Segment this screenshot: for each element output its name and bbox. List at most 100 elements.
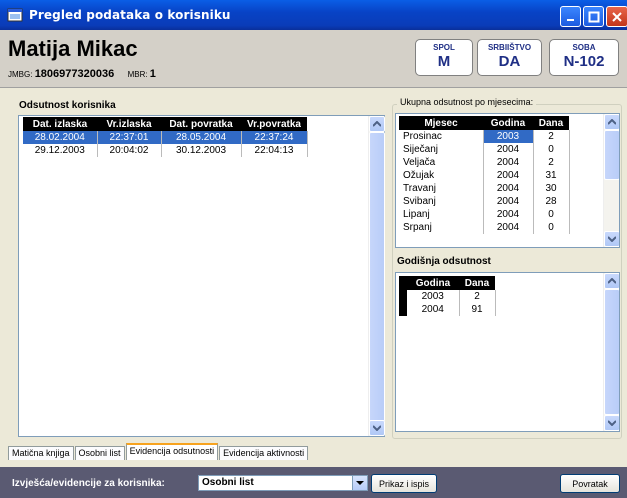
- mbr-label: MBR:: [127, 70, 148, 79]
- table-row[interactable]: Travanj 2004 30: [399, 182, 570, 195]
- cell-month: Prosinac: [399, 130, 484, 143]
- col-month[interactable]: Mjesec: [399, 116, 483, 130]
- cell-year: 2004: [483, 182, 534, 195]
- scroll-up-button[interactable]: [369, 116, 385, 132]
- col-days[interactable]: Dana: [533, 116, 569, 130]
- cell-days: 0: [533, 221, 570, 234]
- room-value: N-102: [563, 53, 605, 70]
- window-app-icon: [7, 8, 23, 22]
- guardianship-badge: SRBIIŠTVO DA: [477, 39, 542, 76]
- table-row[interactable]: Lipanj 2004 0: [399, 208, 570, 221]
- cell-year: 2004: [407, 303, 460, 316]
- cell-return-time: 22:04:13: [241, 144, 308, 157]
- monthly-group-title: Ukupna odsutnost po mjesecima:: [397, 97, 537, 107]
- monthly-scrollbar[interactable]: [603, 114, 619, 247]
- cell-days: 30: [533, 182, 570, 195]
- table-row[interactable]: Ožujak 2004 31: [399, 169, 570, 182]
- col-exit-date[interactable]: Dat. izlaska: [23, 117, 97, 131]
- cell-days: 2: [459, 290, 496, 303]
- user-name: Matija Mikac: [8, 36, 138, 61]
- jmbg-label: JMBG:: [8, 70, 33, 79]
- table-row[interactable]: Siječanj 2004 0: [399, 143, 570, 156]
- minimize-button[interactable]: [560, 6, 581, 27]
- cell-days: 28: [533, 195, 570, 208]
- absence-list[interactable]: Dat. izlaska Vr.izlaska Dat. povratka Vr…: [18, 115, 385, 437]
- cell-month: Ožujak: [399, 169, 484, 182]
- report-select[interactable]: Osobni list: [198, 475, 368, 491]
- scroll-thumb[interactable]: [604, 130, 619, 180]
- table-row[interactable]: Srpanj 2004 0: [399, 221, 570, 234]
- col-exit-time[interactable]: Vr.izlaska: [97, 117, 161, 131]
- table-row[interactable]: 29.12.2003 20:04:02 30.12.2003 22:04:13: [23, 144, 308, 157]
- title-bar: Pregled podataka o korisniku: [0, 0, 627, 30]
- table-row[interactable]: 28.02.2004 22:37:01 28.05.2004 22:37:24: [23, 131, 308, 144]
- scroll-up-button[interactable]: [604, 273, 619, 289]
- table-row[interactable]: 2004 91: [399, 303, 496, 316]
- row-indicator: [399, 276, 407, 290]
- back-button[interactable]: Povratak: [560, 474, 620, 493]
- col-year[interactable]: Godina: [483, 116, 533, 130]
- cell-exit-date: 28.02.2004: [23, 131, 98, 144]
- monthly-header-row: Mjesec Godina Dana: [399, 116, 569, 130]
- jmbg-value: 1806977320036: [34, 68, 115, 80]
- yearly-table: Godina Dana 2003 2 2004 91: [399, 276, 496, 316]
- chevron-down-icon: [373, 425, 381, 431]
- dropdown-arrow[interactable]: [352, 476, 367, 490]
- table-row[interactable]: Prosinac 2003 2: [399, 130, 570, 143]
- mbr-value: 1: [149, 68, 156, 80]
- window-title: Pregled podataka o korisniku: [29, 8, 231, 22]
- scroll-down-button[interactable]: [604, 415, 619, 431]
- monthly-list[interactable]: Mjesec Godina Dana Prosinac 2003 2 Siječan…: [395, 113, 620, 248]
- chevron-down-icon: [608, 420, 616, 426]
- guardianship-label: SRBIIŠTVO: [487, 43, 532, 52]
- cell-year: 2004: [483, 221, 534, 234]
- print-preview-button[interactable]: Prikaz i ispis: [371, 474, 437, 493]
- maximize-button[interactable]: [583, 6, 604, 27]
- cell-month: Siječanj: [399, 143, 484, 156]
- col-days[interactable]: Dana: [459, 276, 495, 290]
- gender-value: M: [437, 53, 451, 70]
- col-return-date[interactable]: Dat. povratka: [161, 117, 241, 131]
- cell-month: Srpanj: [399, 221, 484, 234]
- cell-days: 91: [459, 303, 496, 316]
- cell-month: Veljača: [399, 156, 484, 169]
- cell-month: Svibanj: [399, 195, 484, 208]
- tab-evidencija-odsutnosti[interactable]: Evidencija odsutnosti: [125, 443, 219, 460]
- col-return-time[interactable]: Vr.povratka: [241, 117, 307, 131]
- cell-days: 0: [533, 208, 570, 221]
- scroll-down-button[interactable]: [369, 420, 385, 436]
- guardianship-value: DA: [498, 53, 521, 70]
- cell-exit-time: 20:04:02: [97, 144, 162, 157]
- cell-return-date: 30.12.2003: [161, 144, 242, 157]
- close-button[interactable]: [606, 6, 627, 27]
- yearly-list[interactable]: Godina Dana 2003 2 2004 91: [395, 272, 620, 432]
- table-row[interactable]: Veljača 2004 2: [399, 156, 570, 169]
- table-row[interactable]: 2003 2: [399, 290, 496, 303]
- scroll-down-button[interactable]: [604, 231, 619, 247]
- cell-year: 2004: [483, 143, 534, 156]
- report-select-value: Osobni list: [202, 477, 254, 488]
- tab-osobni-list[interactable]: Osobni list: [74, 446, 125, 460]
- tab-evidencija-aktivnosti[interactable]: Evidencija aktivnosti: [219, 446, 309, 460]
- scroll-thumb[interactable]: [369, 132, 385, 422]
- cell-year: 2004: [483, 156, 534, 169]
- cell-exit-date: 29.12.2003: [23, 144, 98, 157]
- scroll-thumb[interactable]: [604, 289, 619, 415]
- cell-year: 2004: [483, 169, 534, 182]
- scroll-up-button[interactable]: [604, 114, 619, 130]
- tab-maticna-knjiga[interactable]: Matična knjiga: [8, 446, 74, 460]
- cell-year: 2004: [483, 195, 534, 208]
- room-badge: SOBA N-102: [549, 39, 619, 76]
- user-header: Matija Mikac JMBG: 1806977320036 MBR: 1 …: [0, 30, 627, 88]
- cell-exit-time: 22:37:01: [97, 131, 162, 144]
- chevron-down-icon: [608, 236, 616, 242]
- table-row[interactable]: Svibanj 2004 28: [399, 195, 570, 208]
- chevron-up-icon: [608, 119, 616, 125]
- monthly-table: Mjesec Godina Dana Prosinac 2003 2 Siječan…: [399, 116, 570, 234]
- cell-days: 2: [533, 156, 570, 169]
- cell-days: 31: [533, 169, 570, 182]
- yearly-scrollbar[interactable]: [603, 273, 619, 431]
- cell-return-time: 22:37:24: [241, 131, 308, 144]
- col-year[interactable]: Godina: [407, 276, 459, 290]
- absence-scrollbar[interactable]: [368, 116, 385, 436]
